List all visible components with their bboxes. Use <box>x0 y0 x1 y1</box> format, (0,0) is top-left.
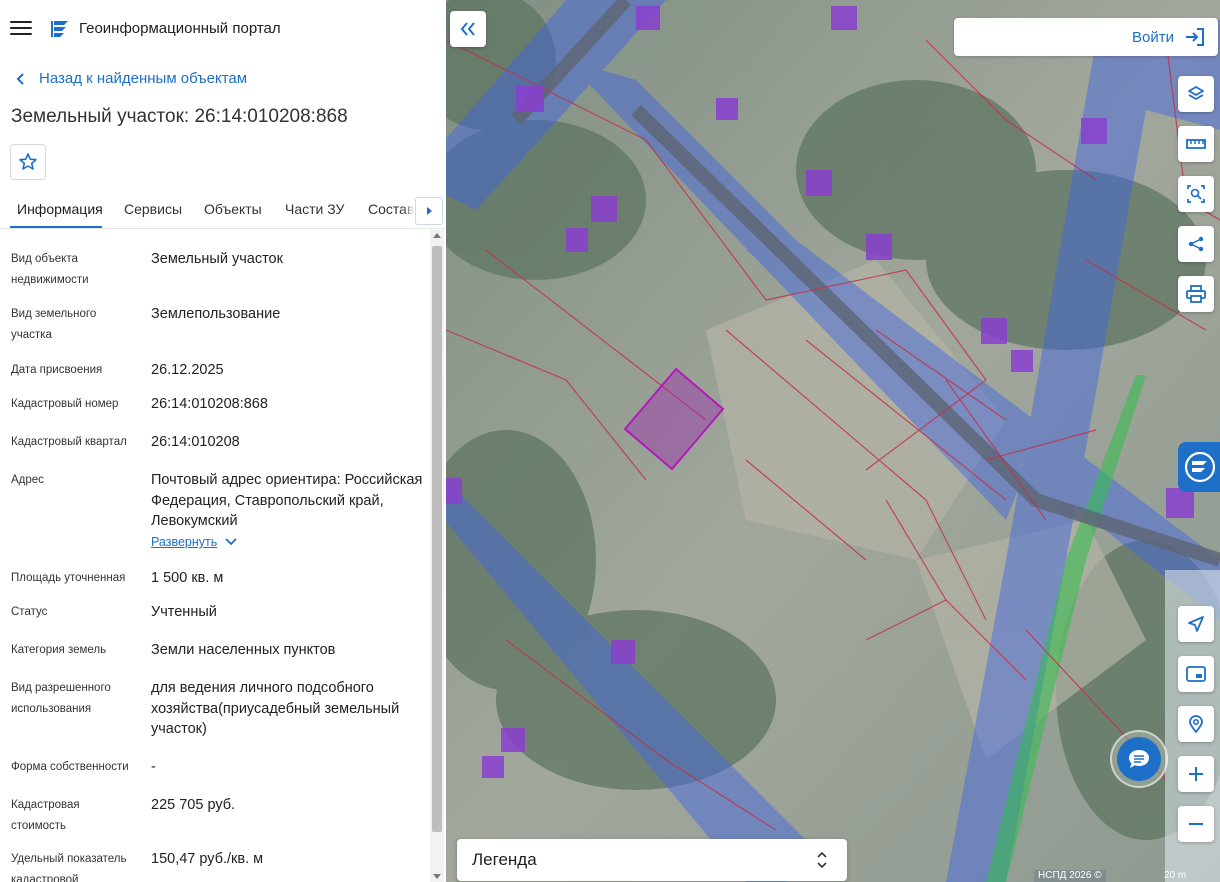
page-title: Земельный участок: 26:14:010208:868 <box>11 106 348 127</box>
ruler-icon <box>1186 139 1206 149</box>
back-link-label: Назад к найденным объектам <box>39 70 248 87</box>
tab-objects[interactable]: Объекты <box>204 201 262 217</box>
caret-right-icon <box>427 207 432 215</box>
map-attribution: НСПД 2026 © <box>1034 870 1106 882</box>
tab-parcel-parts[interactable]: Части ЗУ <box>285 201 344 217</box>
tabs-scroll-right-button[interactable] <box>415 197 443 225</box>
info-label: Статус <box>11 606 48 618</box>
measure-button[interactable] <box>1178 126 1214 162</box>
info-value: Землепользование <box>151 306 281 322</box>
tab-services[interactable]: Сервисы <box>124 201 182 217</box>
scrollbar[interactable] <box>430 230 444 882</box>
info-label: Вид объекта недвижимости <box>11 253 89 286</box>
zoom-in-button[interactable] <box>1178 756 1214 792</box>
active-tab-indicator <box>10 226 102 228</box>
minimap-icon <box>1186 666 1206 682</box>
chat-icon <box>1129 750 1149 768</box>
login-label: Войти <box>1132 28 1174 46</box>
geo-search-button[interactable] <box>1178 706 1214 742</box>
chevron-left-icon <box>16 72 24 85</box>
info-label: Адрес <box>11 474 44 486</box>
area-select-icon <box>1187 185 1205 203</box>
navigation-arrow-icon <box>1188 616 1204 632</box>
info-value: 150,47 руб./кв. м <box>151 851 264 867</box>
location-search-icon <box>1189 715 1203 733</box>
login-button[interactable]: Войти <box>954 18 1218 56</box>
info-value: - <box>151 759 156 775</box>
zoom-out-button[interactable] <box>1178 806 1214 842</box>
share-icon <box>1188 236 1204 252</box>
print-button[interactable] <box>1178 276 1214 312</box>
layers-icon <box>1188 86 1204 100</box>
minus-icon <box>1189 823 1203 825</box>
back-to-results-link[interactable]: Назад к найденным объектам <box>14 70 247 87</box>
legend-label: Легенда <box>472 850 537 869</box>
star-icon <box>19 153 37 170</box>
chevron-down-icon <box>225 538 237 546</box>
select-area-button[interactable] <box>1178 176 1214 212</box>
info-value: для ведения личного подсобного хозяйства… <box>151 680 400 737</box>
legend-toggle[interactable]: Легенда <box>457 839 847 881</box>
info-value: 225 705 руб. <box>151 797 236 813</box>
chat-bubble <box>1117 737 1161 781</box>
scroll-down-arrow-icon[interactable] <box>433 874 441 879</box>
portal-logo-icon <box>1184 451 1216 483</box>
tab-bar: Информация Сервисы Объекты Части ЗУ Сост… <box>0 192 446 229</box>
info-value: 1 500 кв. м <box>151 570 224 586</box>
plus-icon <box>1189 767 1203 781</box>
tab-info[interactable]: Информация <box>17 201 103 217</box>
scroll-up-arrow-icon[interactable] <box>433 233 441 238</box>
info-label: Вид земельного участка <box>11 308 97 341</box>
printer-icon <box>1186 285 1206 303</box>
layers-button[interactable] <box>1178 76 1214 112</box>
info-label: Дата присвоения <box>11 364 103 376</box>
minimap-button[interactable] <box>1178 656 1214 692</box>
info-label: Категория земель <box>11 644 107 656</box>
scroll-thumb[interactable] <box>432 246 442 832</box>
map-scale: 20 m <box>1164 870 1187 881</box>
tab-composition[interactable]: Состав <box>368 201 414 217</box>
top-bar: Геоинформационный портал <box>0 0 446 58</box>
expand-address-link[interactable]: Развернуть <box>151 535 237 549</box>
details-panel: Геоинформационный портал Назад к найденн… <box>0 0 446 882</box>
map-view[interactable]: Войти Легенда НСПД 2026 © 20 m <box>446 0 1220 882</box>
locate-button[interactable] <box>1178 606 1214 642</box>
favorite-button[interactable] <box>10 144 46 180</box>
info-value: Почтовый адрес ориентира: Российская Фед… <box>151 472 423 529</box>
info-label: Кадастровый номер <box>11 398 119 410</box>
expand-link-label: Развернуть <box>151 535 218 549</box>
info-label: Вид разрешенного использования <box>11 682 111 715</box>
info-value: 26:14:010208 <box>151 434 240 450</box>
info-label: Кадастровый квартал <box>11 436 127 448</box>
portal-logo-icon[interactable] <box>50 18 72 40</box>
collapse-panel-button[interactable] <box>450 11 486 47</box>
info-value: Земли населенных пунктов <box>151 642 336 658</box>
info-value: 26.12.2025 <box>151 362 224 378</box>
info-value: 26:14:010208:868 <box>151 396 268 412</box>
info-label: Удельный показатель кадастровой <box>11 853 127 882</box>
portal-widget-button[interactable] <box>1178 442 1220 492</box>
info-label: Кадастровая стоимость <box>11 799 80 832</box>
info-list: Вид объекта недвижимости Земельный участ… <box>0 232 430 882</box>
map-canvas[interactable] <box>446 0 1220 882</box>
info-label: Форма собственности <box>11 761 129 773</box>
share-button[interactable] <box>1178 226 1214 262</box>
login-icon <box>1186 28 1204 46</box>
info-value: Земельный участок <box>151 251 283 267</box>
chat-button[interactable] <box>1110 730 1168 788</box>
info-value: Учтенный <box>151 604 217 620</box>
chevron-up-down-icon <box>817 851 827 869</box>
portal-title: Геоинформационный портал <box>79 20 281 37</box>
menu-icon[interactable] <box>10 18 32 38</box>
double-chevron-left-icon <box>460 22 475 36</box>
info-label: Площадь уточненная <box>11 572 126 584</box>
